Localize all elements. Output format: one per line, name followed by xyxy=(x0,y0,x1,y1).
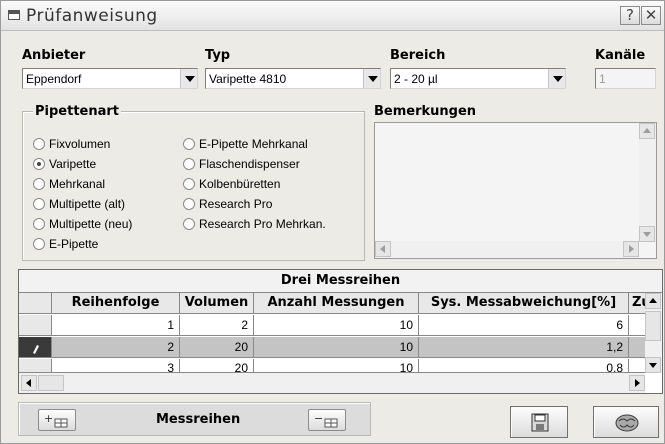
anbieter-label: Anbieter xyxy=(22,48,86,63)
chevron-down-icon[interactable] xyxy=(180,69,197,88)
radio-button-icon[interactable] xyxy=(33,198,45,210)
window-title: Prüfanweisung xyxy=(26,6,158,26)
row-selector[interactable] xyxy=(19,359,52,373)
radio-research-pro-mehrkan[interactable]: Research Pro Mehrkan. xyxy=(183,216,326,232)
radio-flaschendispenser[interactable]: Flaschendispenser xyxy=(183,156,300,172)
table-cell[interactable]: 0,8 xyxy=(419,359,629,373)
add-table-icon: + xyxy=(44,412,68,428)
radio-multipette-alt[interactable]: Multipette (alt) xyxy=(33,196,125,212)
radio-button-icon[interactable] xyxy=(33,138,45,150)
table-cell[interactable]: 2 xyxy=(180,315,254,336)
bemerkungen-textarea[interactable] xyxy=(374,122,657,259)
typ-label: Typ xyxy=(205,48,231,63)
add-row-button[interactable]: + xyxy=(38,409,76,431)
save-disk-icon xyxy=(531,413,549,432)
remove-table-icon: − xyxy=(314,412,338,428)
table-cell[interactable]: 20 xyxy=(180,359,254,373)
radio-button-icon[interactable] xyxy=(183,178,195,190)
row-selector-current[interactable] xyxy=(19,337,52,358)
remove-row-button[interactable]: − xyxy=(308,409,346,431)
messreihen-toolbar: + Messreihen − xyxy=(18,402,371,436)
column-header-volumen[interactable]: Volumen xyxy=(180,293,254,314)
bemerkungen-label: Bemerkungen xyxy=(374,104,477,119)
radio-mehrkanal[interactable]: Mehrkanal xyxy=(33,176,105,192)
column-header-sys-messabweichung[interactable]: Sys. Messabweichung[%] xyxy=(419,293,629,314)
table-cell[interactable]: 10 xyxy=(254,315,419,336)
dialog-window: Prüfanweisung ? ✕ Anbieter Typ Bereich K… xyxy=(0,0,665,444)
radio-fixvolumen[interactable]: Fixvolumen xyxy=(33,136,110,152)
radio-button-selected-icon[interactable] xyxy=(33,158,45,170)
bereich-label: Bereich xyxy=(390,48,446,63)
pipettenart-label: Pipettenart xyxy=(33,104,122,119)
column-header-reihenfolge[interactable]: Reihenfolge xyxy=(52,293,180,314)
kanaele-field[interactable]: 1 xyxy=(595,68,656,89)
scroll-left-icon[interactable] xyxy=(375,241,391,257)
scroll-down-icon[interactable] xyxy=(645,357,661,373)
anbieter-value: Eppendorf xyxy=(26,72,82,86)
typ-value: Varipette 4810 xyxy=(209,72,287,86)
radio-varipette[interactable]: Varipette xyxy=(33,156,96,172)
row-selector[interactable] xyxy=(19,315,52,336)
radio-button-icon[interactable] xyxy=(33,178,45,190)
notes-horizontal-scrollbar[interactable] xyxy=(375,241,639,258)
radio-e-pipette[interactable]: E-Pipette xyxy=(33,236,98,252)
table-cell[interactable]: 10 xyxy=(254,359,419,373)
table-cell[interactable]: 1 xyxy=(52,315,180,336)
radio-button-icon[interactable] xyxy=(33,238,45,250)
table-vertical-scrollbar[interactable] xyxy=(645,293,662,373)
row-header-corner xyxy=(19,293,52,314)
scroll-right-icon[interactable] xyxy=(623,241,639,257)
scroll-down-icon[interactable] xyxy=(639,226,655,242)
scroll-right-icon[interactable] xyxy=(629,375,645,391)
radio-button-icon[interactable] xyxy=(183,198,195,210)
table-cell[interactable]: 10 xyxy=(254,337,419,358)
radio-button-icon[interactable] xyxy=(183,158,195,170)
typ-select[interactable]: Varipette 4810 xyxy=(205,68,381,89)
table-cell[interactable]: 2 xyxy=(52,337,180,358)
window-icon xyxy=(8,10,20,20)
table-caption: Drei Messreihen xyxy=(19,270,662,293)
radio-button-icon[interactable] xyxy=(33,218,45,230)
notes-vertical-scrollbar[interactable] xyxy=(639,123,656,242)
table-cell[interactable]: 3 xyxy=(52,359,180,373)
radio-button-icon[interactable] xyxy=(183,138,195,150)
scroll-left-icon[interactable] xyxy=(21,375,37,391)
svg-text:+: + xyxy=(44,412,53,425)
radio-kolbenburetten[interactable]: Kolbenbüretten xyxy=(183,176,280,192)
radio-e-pipette-mehrkanal[interactable]: E-Pipette Mehrkanal xyxy=(183,136,308,152)
scroll-up-icon[interactable] xyxy=(645,293,661,309)
column-header-anzahl-messungen[interactable]: Anzahl Messungen xyxy=(254,293,419,314)
scroll-thumb[interactable] xyxy=(38,375,64,391)
radio-button-icon[interactable] xyxy=(183,218,195,230)
close-button[interactable]: ✕ xyxy=(641,6,661,25)
anbieter-select[interactable]: Eppendorf xyxy=(22,68,198,89)
scroll-up-icon[interactable] xyxy=(639,123,655,139)
table-horizontal-scrollbar[interactable] xyxy=(19,373,645,393)
kanaele-label: Kanäle xyxy=(595,48,646,63)
radio-multipette-neu[interactable]: Multipette (neu) xyxy=(33,216,132,232)
chevron-down-icon[interactable] xyxy=(548,69,565,88)
chevron-down-icon[interactable] xyxy=(363,69,380,88)
exit-button[interactable] xyxy=(593,406,659,438)
title-bar: Prüfanweisung ? ✕ xyxy=(1,1,664,31)
radio-research-pro[interactable]: Research Pro xyxy=(183,196,272,212)
save-button[interactable] xyxy=(510,406,568,438)
table-cell[interactable]: 20 xyxy=(180,337,254,358)
kanaele-value: 1 xyxy=(599,72,606,86)
bereich-value: 2 - 20 µl xyxy=(394,72,438,86)
messreihen-label: Messreihen xyxy=(156,412,241,427)
brain-icon xyxy=(615,414,639,432)
help-button[interactable]: ? xyxy=(620,6,640,25)
pencil-icon xyxy=(33,345,39,354)
table-cell[interactable]: 6 xyxy=(419,315,629,336)
scroll-thumb[interactable] xyxy=(645,311,661,341)
bereich-select[interactable]: 2 - 20 µl xyxy=(390,68,566,89)
messreihen-table[interactable]: Drei Messreihen Reihenfolge Volumen Anza… xyxy=(18,269,663,394)
svg-text:−: − xyxy=(314,412,323,425)
table-cell[interactable]: 1,2 xyxy=(419,337,629,358)
